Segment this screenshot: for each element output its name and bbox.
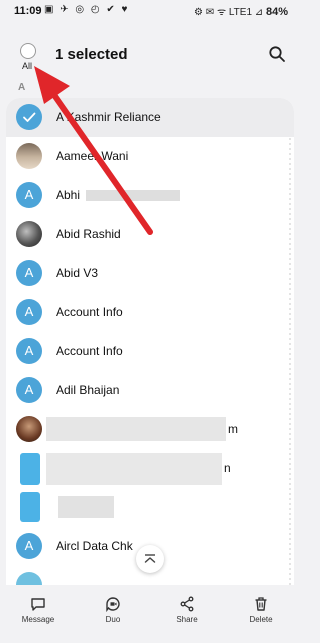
contact-list[interactable]: A Kashmir Reliance Aameer Wani A Abhi Ab…	[6, 98, 294, 585]
avatar: A	[16, 299, 42, 325]
list-item[interactable]: Aameer Wani	[6, 137, 294, 176]
checkmark-avatar-icon	[16, 104, 42, 130]
message-icon	[31, 598, 45, 611]
avatar	[16, 143, 42, 169]
bottom-action-bar: Message Duo Share Delete	[0, 590, 300, 643]
redacted-text	[46, 417, 226, 441]
share-button[interactable]: Share	[159, 596, 215, 624]
section-header: A	[18, 82, 26, 93]
contact-name: A Kashmir Reliance	[56, 110, 161, 124]
status-indicators: ⚙ ✉ ᯤ LTE1 ⊿ 84%	[194, 4, 288, 18]
select-all-label: All	[22, 61, 33, 71]
contact-name: Abhi	[56, 188, 81, 202]
avatar: A	[16, 533, 42, 559]
notification-icons: ▣ ✈ ◎ ◴ ✔ ♥	[44, 4, 130, 15]
share-icon	[180, 596, 194, 612]
redacted-text	[86, 190, 180, 201]
duo-label: Duo	[105, 615, 121, 624]
select-all-checkbox[interactable]	[20, 43, 36, 59]
battery-level: 84%	[265, 6, 288, 18]
contact-name: Account Info	[56, 305, 123, 319]
avatar: A	[16, 260, 42, 286]
search-icon[interactable]	[268, 45, 286, 63]
list-item[interactable]: A Kashmir Reliance	[6, 98, 294, 137]
avatar: A	[16, 182, 42, 208]
contact-name: m	[228, 422, 238, 436]
message-button[interactable]: Message	[10, 596, 66, 624]
avatar	[16, 572, 42, 585]
list-item[interactable]: A Abhi	[6, 176, 294, 215]
contact-name: Aameer Wani	[56, 149, 129, 163]
contact-name: Account Info	[56, 344, 123, 358]
list-item[interactable]: A Account Info	[6, 293, 294, 332]
avatar: A	[16, 338, 42, 364]
status-time: 11:09	[14, 5, 42, 17]
scroll-to-top-button[interactable]	[136, 545, 164, 573]
list-item[interactable]: m	[6, 410, 294, 449]
list-item[interactable]: A Account Info	[6, 332, 294, 371]
list-item[interactable]: A Abid V3	[6, 254, 294, 293]
contact-name: Adil Bhaijan	[56, 383, 120, 397]
list-item[interactable]: A Adil Bhaijan	[6, 371, 294, 410]
duo-icon	[106, 597, 120, 612]
avatar: A	[16, 377, 42, 403]
avatar	[20, 453, 40, 485]
avatar	[16, 416, 42, 442]
redacted-text	[58, 496, 114, 518]
signal-icons: ⚙ ✉ ᯤ LTE1 ⊿	[194, 7, 264, 18]
avatar	[20, 492, 40, 522]
list-item[interactable]: Abid Rashid	[6, 215, 294, 254]
avatar	[16, 221, 42, 247]
delete-label: Delete	[249, 615, 273, 624]
message-label: Message	[21, 615, 55, 624]
delete-button[interactable]: Delete	[233, 596, 289, 624]
redacted-text	[46, 453, 222, 485]
status-bar: 11:09 ▣ ✈ ◎ ◴ ✔ ♥ ⚙ ✉ ᯤ LTE1 ⊿ 84%	[0, 0, 300, 24]
duo-button[interactable]: Duo	[85, 596, 141, 624]
contact-name: Aircl Data Chk	[56, 539, 133, 553]
list-item[interactable]: n	[6, 449, 294, 488]
delete-icon	[255, 597, 267, 611]
contact-name: n	[224, 461, 231, 475]
list-item[interactable]	[6, 488, 294, 527]
contact-name: Abid Rashid	[56, 227, 121, 241]
page-title: 1 selected	[55, 46, 128, 63]
share-label: Share	[176, 615, 198, 624]
contact-name: Abid V3	[56, 266, 99, 280]
chevron-up-icon	[144, 554, 156, 563]
